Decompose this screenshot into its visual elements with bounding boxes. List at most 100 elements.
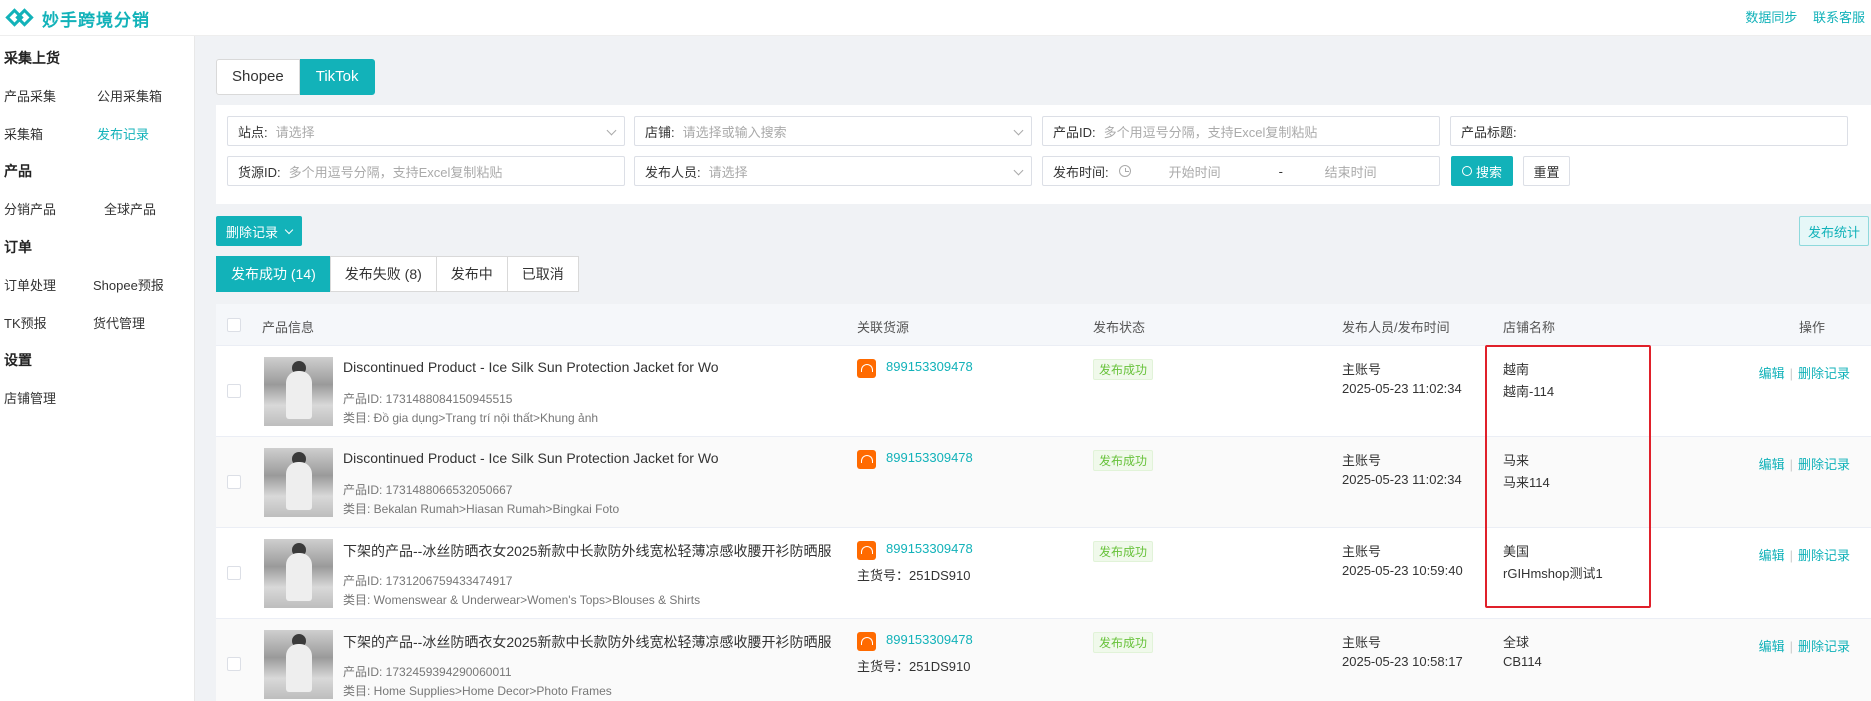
table-row: 下架的产品--冰丝防晒衣女2025新款中长款防外线宽松轻薄凉感收腰开衫防晒服 产… xyxy=(216,528,1871,619)
data-sync-link[interactable]: 数据同步 xyxy=(1745,10,1797,25)
app-title: 妙手跨境分销 xyxy=(42,10,150,30)
publisher: 主账号 xyxy=(1342,453,1382,468)
tab-publishing[interactable]: 发布中 xyxy=(435,256,508,292)
edit-button[interactable]: 编辑 xyxy=(1759,457,1785,472)
publisher-select[interactable]: 发布人员: 请选择 xyxy=(634,156,1032,186)
row-checkbox[interactable] xyxy=(227,384,241,398)
sidebar: 采集上货 产品采集 公用采集箱 采集箱 发布记录 产品 分销产品 全球产品 订单… xyxy=(0,36,195,701)
tab-shopee[interactable]: Shopee xyxy=(216,59,300,95)
goods-id-label: 货源ID: xyxy=(238,164,281,180)
store-label: 店铺: xyxy=(645,124,675,140)
sidebar-item-tk-forecast[interactable]: TK预报 xyxy=(4,313,47,332)
publish-time: 2025-05-23 10:59:40 xyxy=(1342,563,1463,578)
action-divider: | xyxy=(1789,457,1793,472)
delete-record-button[interactable]: 删除记录 xyxy=(1798,457,1850,472)
publish-time: 2025-05-23 11:02:34 xyxy=(1342,472,1462,487)
col-publisher-time: 发布人员/发布时间 xyxy=(1342,320,1450,335)
end-time-input[interactable]: 结束时间 xyxy=(1325,162,1377,181)
reset-button[interactable]: 重置 xyxy=(1523,156,1570,186)
goods-id-input[interactable]: 货源ID: 多个用逗号分隔，支持Excel复制粘贴 xyxy=(227,156,625,186)
table-row: Discontinued Product - Ice Silk Sun Prot… xyxy=(216,346,1871,437)
tab-cancelled[interactable]: 已取消 xyxy=(506,256,579,292)
store-select[interactable]: 店铺: 请选择或输入搜索 xyxy=(634,116,1032,146)
publish-time: 2025-05-23 10:58:17 xyxy=(1342,654,1463,669)
product-thumbnail[interactable] xyxy=(264,448,333,517)
col-product-info: 产品信息 xyxy=(262,320,315,335)
product-thumbnail[interactable] xyxy=(264,539,333,608)
tab-publish-failed[interactable]: 发布失败 (8) xyxy=(329,256,437,292)
goods-number: 主货号：251DS910 xyxy=(857,659,971,674)
row-checkbox[interactable] xyxy=(227,657,241,671)
product-title[interactable]: 下架的产品--冰丝防晒衣女2025新款中长款防外线宽松轻薄凉感收腰开衫防晒服 xyxy=(343,632,831,652)
contact-support-link[interactable]: 联系客服 xyxy=(1813,10,1865,25)
platform-tabs: Shopee TikTok xyxy=(216,59,375,95)
publisher: 主账号 xyxy=(1342,635,1382,650)
site-select[interactable]: 站点: 请选择 xyxy=(227,116,625,146)
search-icon xyxy=(1461,166,1472,176)
product-id-label: 产品ID: xyxy=(1053,124,1096,140)
source-link[interactable]: 899153309478 xyxy=(886,632,973,647)
time-separator: - xyxy=(1278,163,1283,179)
status-badge: 发布成功 xyxy=(1093,632,1154,653)
source-link[interactable]: 899153309478 xyxy=(886,450,973,465)
tab-tiktok[interactable]: TikTok xyxy=(299,59,375,95)
delete-records-dropdown[interactable]: 删除记录 xyxy=(216,216,303,246)
publish-time: 2025-05-23 11:02:34 xyxy=(1342,381,1462,396)
site-placeholder: 请选择 xyxy=(275,124,315,140)
delete-record-button[interactable]: 删除记录 xyxy=(1798,366,1850,381)
product-thumbnail[interactable] xyxy=(264,630,333,699)
row-actions: 编辑 | 删除记录 xyxy=(1759,545,1850,564)
sidebar-item-global-products[interactable]: 全球产品 xyxy=(104,199,156,218)
product-category: 类目: Bekalan Rumah>Hiasan Rumah>Bingkai F… xyxy=(343,502,620,516)
delete-record-button[interactable]: 删除记录 xyxy=(1798,639,1850,654)
tab-publish-success[interactable]: 发布成功 (14) xyxy=(216,256,331,292)
source-link[interactable]: 899153309478 xyxy=(886,359,973,374)
start-time-input[interactable]: 开始时间 xyxy=(1169,162,1279,181)
sidebar-item-order-processing[interactable]: 订单处理 xyxy=(4,275,56,294)
product-title[interactable]: 下架的产品--冰丝防晒衣女2025新款中长款防外线宽松轻薄凉感收腰开衫防晒服 xyxy=(343,541,831,561)
product-category: 类目: Womenswear & Underwear>Women's Tops>… xyxy=(343,593,701,607)
chevron-down-icon xyxy=(1013,165,1024,176)
row-checkbox[interactable] xyxy=(227,475,241,489)
edit-button[interactable]: 编辑 xyxy=(1759,366,1785,381)
sidebar-item-publish-records[interactable]: 发布记录 xyxy=(97,124,149,143)
row-actions: 编辑 | 删除记录 xyxy=(1759,454,1850,473)
status-badge: 发布成功 xyxy=(1093,450,1154,471)
row-actions: 编辑 | 删除记录 xyxy=(1759,636,1850,655)
sidebar-item-collect-box[interactable]: 采集箱 xyxy=(4,124,43,143)
col-linked-source: 关联货源 xyxy=(857,320,910,335)
header-links: 数据同步 联系客服 xyxy=(1733,7,1865,26)
select-all-checkbox[interactable] xyxy=(227,318,241,332)
sidebar-item-public-collect-box[interactable]: 公用采集箱 xyxy=(97,86,162,105)
sidebar-item-shopee-forecast[interactable]: Shopee预报 xyxy=(93,275,164,294)
sidebar-item-store-management[interactable]: 店铺管理 xyxy=(4,388,56,407)
source-link[interactable]: 899153309478 xyxy=(886,541,973,556)
delete-record-button[interactable]: 删除记录 xyxy=(1798,548,1850,563)
product-thumbnail[interactable] xyxy=(264,357,333,426)
logo[interactable]: 妙手跨境分销 xyxy=(5,4,150,32)
edit-button[interactable]: 编辑 xyxy=(1759,548,1785,563)
publish-time-range[interactable]: 发布时间: 开始时间 - 结束时间 xyxy=(1042,156,1440,186)
chevron-down-icon xyxy=(1013,125,1024,136)
product-id: 产品ID: 1732459394290060011 xyxy=(343,665,512,679)
product-title[interactable]: Discontinued Product - Ice Silk Sun Prot… xyxy=(343,450,719,466)
search-button[interactable]: 搜索 xyxy=(1451,156,1513,186)
sidebar-item-product-collect[interactable]: 产品采集 xyxy=(4,86,56,105)
product-title-input[interactable]: 产品标题: xyxy=(1450,116,1848,146)
product-id-input[interactable]: 产品ID: 多个用逗号分隔，支持Excel复制粘贴 xyxy=(1042,116,1440,146)
top-bar: 妙手跨境分销 数据同步 联系客服 xyxy=(0,0,1871,36)
sidebar-item-distribution-products[interactable]: 分销产品 xyxy=(4,199,56,218)
store-region: 全球 xyxy=(1503,635,1530,650)
col-actions: 操作 xyxy=(1799,320,1826,335)
store-region: 美国 xyxy=(1503,544,1530,559)
alibaba-1688-icon xyxy=(857,541,876,560)
row-checkbox[interactable] xyxy=(227,566,241,580)
sidebar-item-forwarder-management[interactable]: 货代管理 xyxy=(93,313,145,332)
publisher: 主账号 xyxy=(1342,544,1382,559)
edit-button[interactable]: 编辑 xyxy=(1759,639,1785,654)
goods-id-placeholder: 多个用逗号分隔，支持Excel复制粘贴 xyxy=(288,164,503,180)
publish-time-label: 发布时间: xyxy=(1053,164,1109,180)
publish-stats-button[interactable]: 发布统计 xyxy=(1798,216,1869,246)
product-title[interactable]: Discontinued Product - Ice Silk Sun Prot… xyxy=(343,359,719,375)
store-name: CB114 xyxy=(1503,654,1542,669)
